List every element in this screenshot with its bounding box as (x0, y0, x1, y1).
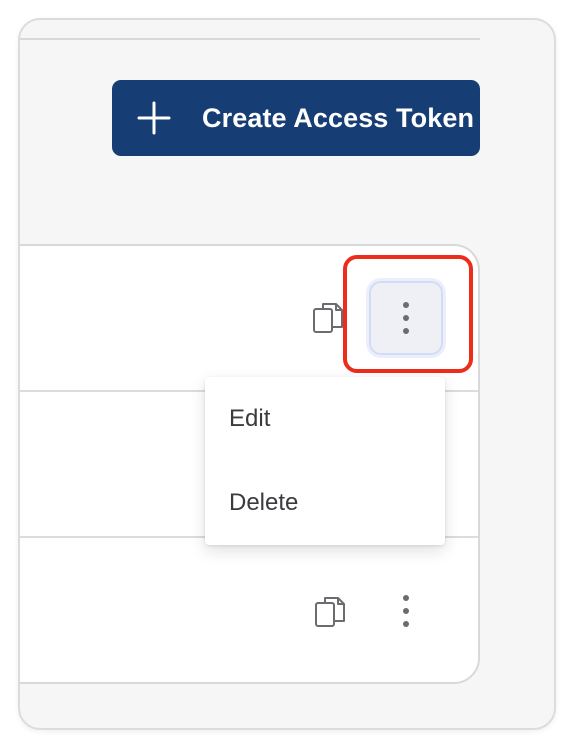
divider (20, 38, 480, 40)
create-access-token-button[interactable]: Create Access Token (112, 80, 480, 156)
row-more-actions-button[interactable] (369, 574, 443, 648)
plus-icon (137, 101, 171, 135)
copy-icon[interactable] (310, 300, 346, 336)
copy-icon[interactable] (312, 594, 348, 630)
menu-item-edit[interactable]: Edit (205, 377, 445, 461)
more-vertical-icon (403, 302, 409, 334)
create-access-token-label: Create Access Token (202, 102, 475, 133)
more-vertical-icon (403, 595, 409, 627)
access-tokens-panel: Create Access Token (18, 18, 556, 730)
row-actions-menu: Edit Delete (205, 377, 445, 545)
row-more-actions-button[interactable] (369, 281, 443, 355)
menu-item-delete[interactable]: Delete (205, 461, 445, 545)
